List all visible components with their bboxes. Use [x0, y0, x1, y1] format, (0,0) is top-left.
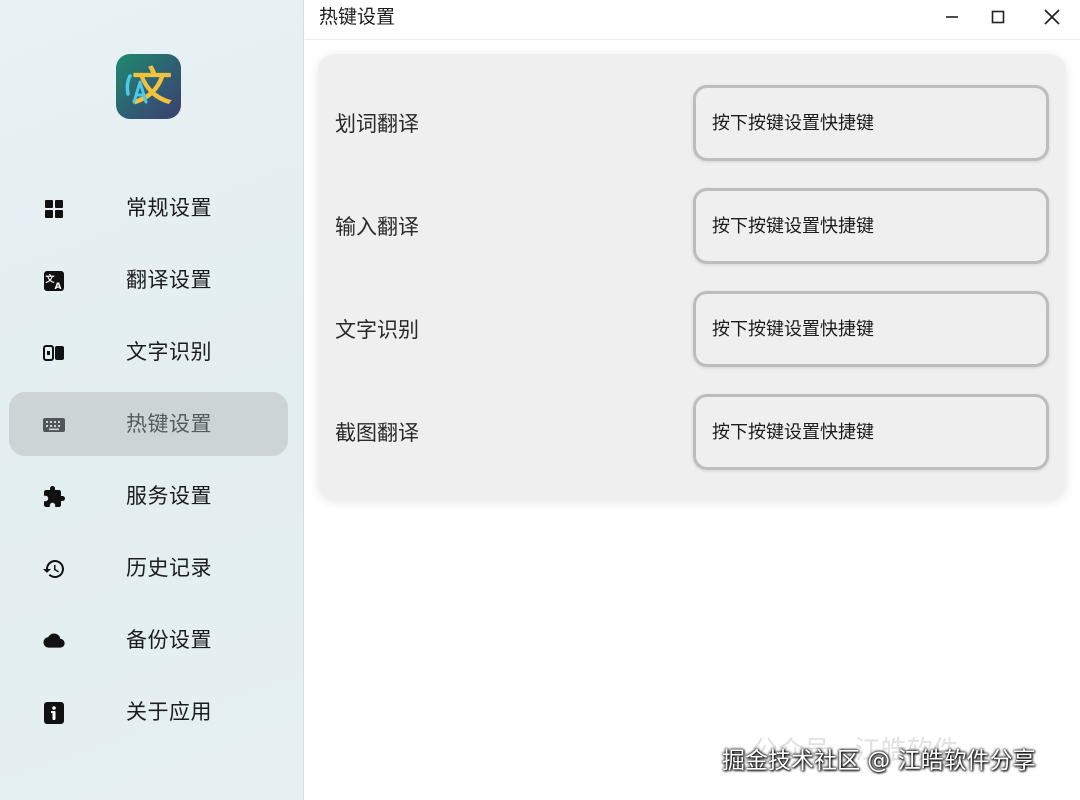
- hotkey-row-screenshot-translate: 截图翻译 按下按键设置快捷键: [318, 394, 1066, 472]
- sidebar: 文 常规设置 文A 翻译设置 文字识别 热键设置 服务设置 历史记录 备份设置 …: [0, 0, 304, 800]
- sidebar-item-label: 热键设置: [126, 412, 212, 436]
- translate-icon: 文A: [42, 269, 66, 293]
- app-logo-icon: 文: [116, 54, 181, 119]
- sidebar-item-hotkeys[interactable]: 热键设置: [0, 389, 304, 461]
- sidebar-item-about[interactable]: 关于应用: [0, 677, 304, 749]
- sidebar-item-ocr[interactable]: 文字识别: [0, 317, 304, 389]
- hotkey-input[interactable]: 按下按键设置快捷键: [693, 291, 1049, 367]
- grid-icon: [42, 197, 66, 221]
- sidebar-item-label: 翻译设置: [126, 268, 212, 292]
- watermark: 掘金技术社区 @ 江皓软件分享: [722, 748, 1036, 774]
- sidebar-item-backup[interactable]: 备份设置: [0, 605, 304, 677]
- hotkey-input-placeholder: 按下按键设置快捷键: [712, 319, 874, 340]
- hotkey-settings-card: 划词翻译 按下按键设置快捷键 输入翻译 按下按键设置快捷键 文字识别 按下按键设…: [318, 54, 1066, 500]
- sidebar-item-translate[interactable]: 文A 翻译设置: [0, 245, 304, 317]
- cloud-icon: [42, 629, 66, 653]
- hotkey-label: 文字识别: [335, 318, 419, 342]
- hotkey-row-ocr: 文字识别 按下按键设置快捷键: [318, 291, 1066, 369]
- keyboard-icon: [42, 413, 66, 437]
- puzzle-icon: [42, 485, 66, 509]
- info-icon: [42, 701, 66, 725]
- ocr-icon: [42, 341, 66, 365]
- page-title: 热键设置: [319, 6, 396, 28]
- hotkey-label: 输入翻译: [335, 215, 419, 239]
- sidebar-item-label: 备份设置: [126, 628, 212, 652]
- close-icon: [1044, 9, 1060, 25]
- svg-text:A: A: [55, 282, 62, 292]
- hotkey-row-selection-translate: 划词翻译 按下按键设置快捷键: [318, 85, 1066, 163]
- hotkey-label: 截图翻译: [335, 421, 419, 445]
- hotkey-input-placeholder: 按下按键设置快捷键: [712, 216, 874, 237]
- hotkey-label: 划词翻译: [335, 112, 419, 136]
- sidebar-item-history[interactable]: 历史记录: [0, 533, 304, 605]
- sidebar-item-label: 历史记录: [126, 556, 212, 580]
- maximize-icon: [991, 10, 1005, 24]
- title-bar: 热键设置: [305, 0, 1080, 40]
- sidebar-item-label: 常规设置: [126, 196, 212, 220]
- hotkey-input-placeholder: 按下按键设置快捷键: [712, 422, 874, 443]
- close-button[interactable]: [1029, 0, 1075, 34]
- sidebar-item-label: 关于应用: [126, 700, 212, 724]
- hotkey-input-placeholder: 按下按键设置快捷键: [712, 113, 874, 134]
- hotkey-input[interactable]: 按下按键设置快捷键: [693, 188, 1049, 264]
- sidebar-item-label: 文字识别: [126, 340, 212, 364]
- hotkey-row-input-translate: 输入翻译 按下按键设置快捷键: [318, 188, 1066, 266]
- maximize-button[interactable]: [975, 0, 1021, 34]
- hotkey-input[interactable]: 按下按键设置快捷键: [693, 394, 1049, 470]
- minimize-icon: [946, 16, 958, 18]
- sidebar-item-general[interactable]: 常规设置: [0, 173, 304, 245]
- hotkey-input[interactable]: 按下按键设置快捷键: [693, 85, 1049, 161]
- sidebar-item-label: 服务设置: [126, 484, 212, 508]
- history-icon: [42, 557, 66, 581]
- sidebar-nav: 常规设置 文A 翻译设置 文字识别 热键设置 服务设置 历史记录 备份设置 关于…: [0, 173, 304, 749]
- minimize-button[interactable]: [929, 0, 975, 34]
- sidebar-item-services[interactable]: 服务设置: [0, 461, 304, 533]
